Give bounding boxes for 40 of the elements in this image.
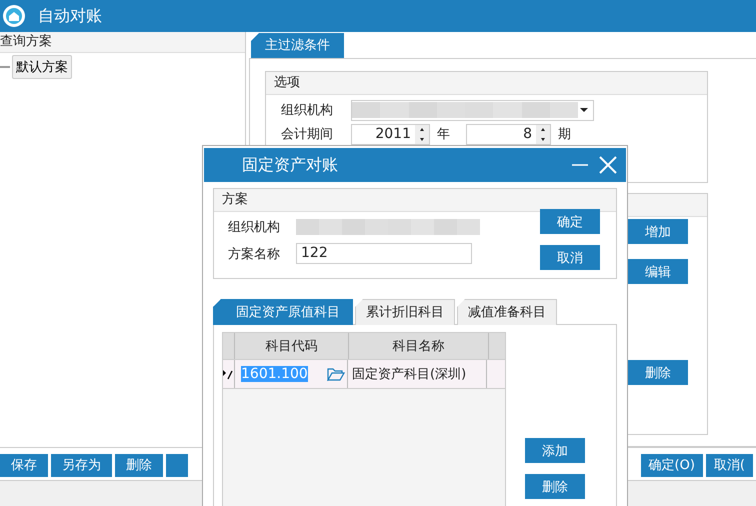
dialog-button[interactable]: 确定 <box>540 209 600 234</box>
toolbar-button[interactable] <box>166 454 188 476</box>
toolbar-button[interactable]: 取消( <box>706 454 753 476</box>
column-header: 科目代码 <box>235 333 349 359</box>
grid-button[interactable]: 删除 <box>525 474 585 499</box>
toolbar-button[interactable]: 确定(O) <box>640 454 703 476</box>
field-label: 组织机构 <box>228 218 281 236</box>
toolbar-button[interactable]: 删除 <box>115 454 163 476</box>
group-header: 方案 <box>214 189 616 212</box>
field-label: 方案名称 <box>228 246 281 262</box>
period-spinner[interactable]: 8 <box>466 124 551 144</box>
column-header: 科目名称 <box>349 333 489 359</box>
folder-icon[interactable] <box>327 367 345 381</box>
tree-item[interactable]: 默认方案 <box>12 55 72 79</box>
input-field[interactable]: 122 <box>296 243 472 264</box>
app-logo-icon <box>2 4 26 28</box>
field-label: 会计期间 <box>281 126 334 143</box>
table-cell: 固定资产科目(深圳) <box>348 360 487 388</box>
dialog-button[interactable]: 取消 <box>540 245 600 270</box>
close-icon[interactable] <box>598 155 618 175</box>
year-spinner[interactable]: 2011 <box>351 124 430 144</box>
toolbar-button[interactable]: 保存 <box>0 454 48 476</box>
dropdown-arrow-icon <box>578 106 590 114</box>
tab[interactable]: 固定资产原值科目 <box>213 299 353 325</box>
side-button[interactable]: 编辑 <box>628 259 688 284</box>
unit-label: 期 <box>558 126 571 143</box>
dialog-title: 固定资产对账 <box>242 154 339 176</box>
field-label: 组织机构 <box>281 102 334 119</box>
tab[interactable]: 累计折旧科目 <box>355 299 455 325</box>
side-button[interactable]: 增加 <box>628 219 688 244</box>
panel-header: 查询方案 <box>0 32 245 53</box>
tab[interactable]: 主过滤条件 <box>251 33 344 58</box>
group-header: 选项 <box>266 72 707 95</box>
grid-button[interactable]: 添加 <box>525 438 585 463</box>
table-cell[interactable]: 1601.100 <box>241 366 308 382</box>
window-title: 自动对账 <box>38 6 102 26</box>
side-button[interactable]: 删除 <box>628 360 688 385</box>
tab[interactable]: 减值准备科目 <box>457 299 557 325</box>
toolbar-button[interactable]: 另存为 <box>51 454 112 476</box>
unit-label: 年 <box>437 126 450 143</box>
